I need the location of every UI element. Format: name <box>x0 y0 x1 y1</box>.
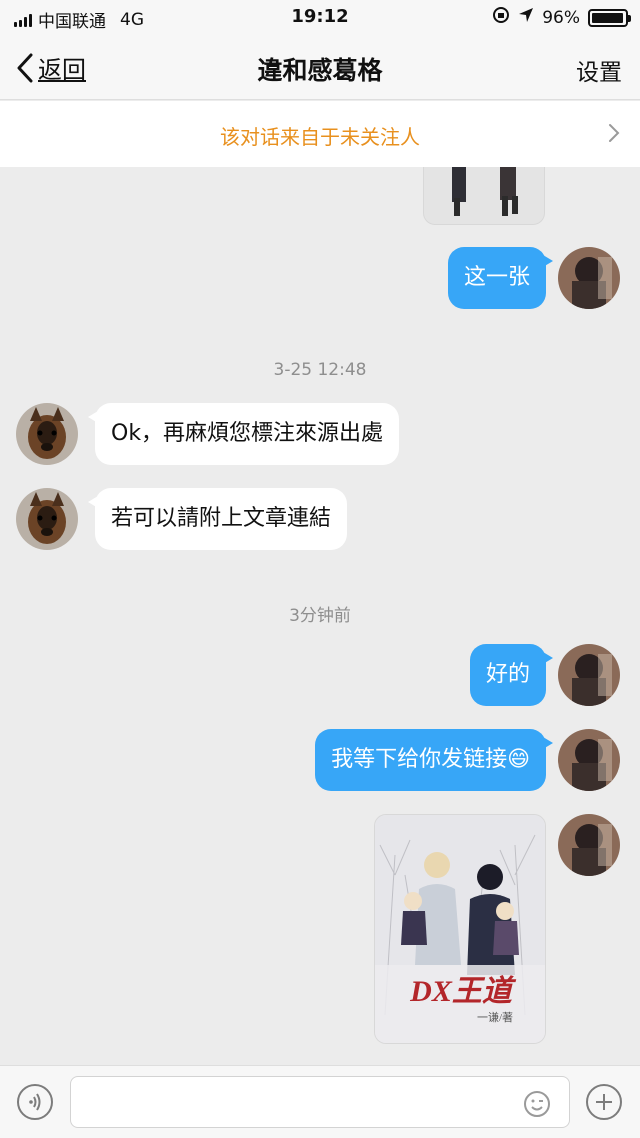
battery-icon <box>588 8 631 27</box>
chevron-right-icon <box>609 124 620 142</box>
outgoing-message[interactable]: 好的 <box>469 644 554 706</box>
incoming-message[interactable]: 若可以請附上文章連結 <box>87 488 348 550</box>
my-avatar[interactable] <box>558 729 620 791</box>
book-title-text: DX王道 <box>409 975 517 1008</box>
notice-text: 该对话来自于未关注人 <box>220 125 420 149</box>
outgoing-message[interactable]: 我等下给你发链接😄 <box>315 729 553 791</box>
page-title: 違和感葛格 <box>257 56 383 85</box>
battery-percent: 96% <box>542 7 580 28</box>
message-text: 好的 <box>485 662 530 687</box>
outgoing-message[interactable]: 这一张 <box>447 247 554 309</box>
image-message[interactable]: DX王道 一谦/著 <box>374 814 546 1044</box>
message-text: Ok，再麻煩您標注來源出處 <box>111 421 384 446</box>
timestamp: 3-25 12:48 <box>273 360 367 380</box>
emoji-icon[interactable] <box>523 1090 551 1118</box>
status-right: 96% <box>492 6 631 29</box>
message-text: 我等下给你发链接😄 <box>331 747 530 772</box>
stranger-notice-banner[interactable]: 该对话来自于未关注人 <box>0 101 640 167</box>
nav-bar: 返回 違和感葛格 设置 <box>0 34 640 100</box>
add-attachment-button[interactable] <box>586 1084 622 1120</box>
plus-icon <box>596 1094 612 1110</box>
image-thumbnail <box>424 167 544 224</box>
settings-button[interactable]: 设置 <box>576 53 622 87</box>
incoming-message[interactable]: Ok，再麻煩您標注來源出處 <box>87 403 400 465</box>
my-avatar[interactable] <box>558 247 620 309</box>
voice-input-button[interactable] <box>17 1084 53 1120</box>
my-avatar[interactable] <box>558 644 620 706</box>
input-bar <box>0 1065 640 1138</box>
message-input[interactable] <box>70 1076 570 1128</box>
contact-avatar[interactable] <box>16 403 78 465</box>
timestamp: 3分钟前 <box>289 606 351 626</box>
book-author-text: 一谦/著 <box>477 1010 513 1024</box>
contact-avatar[interactable] <box>16 488 78 550</box>
message-text: 若可以請附上文章連結 <box>111 506 332 531</box>
message-text: 这一张 <box>463 265 530 290</box>
image-message[interactable] <box>423 167 545 225</box>
status-bar: 中国联通 4G 19:12 96% <box>0 0 640 34</box>
my-avatar[interactable] <box>558 814 620 876</box>
book-cover-image: DX王道 一谦/著 <box>375 815 545 1043</box>
rotation-lock-icon <box>492 6 510 29</box>
chat-area[interactable]: 这一张 3-25 12:48 Ok，再麻煩您標注來源出處 若可以請附上文章連結 … <box>0 167 640 1065</box>
voice-icon <box>29 1093 41 1111</box>
location-icon <box>518 7 534 28</box>
